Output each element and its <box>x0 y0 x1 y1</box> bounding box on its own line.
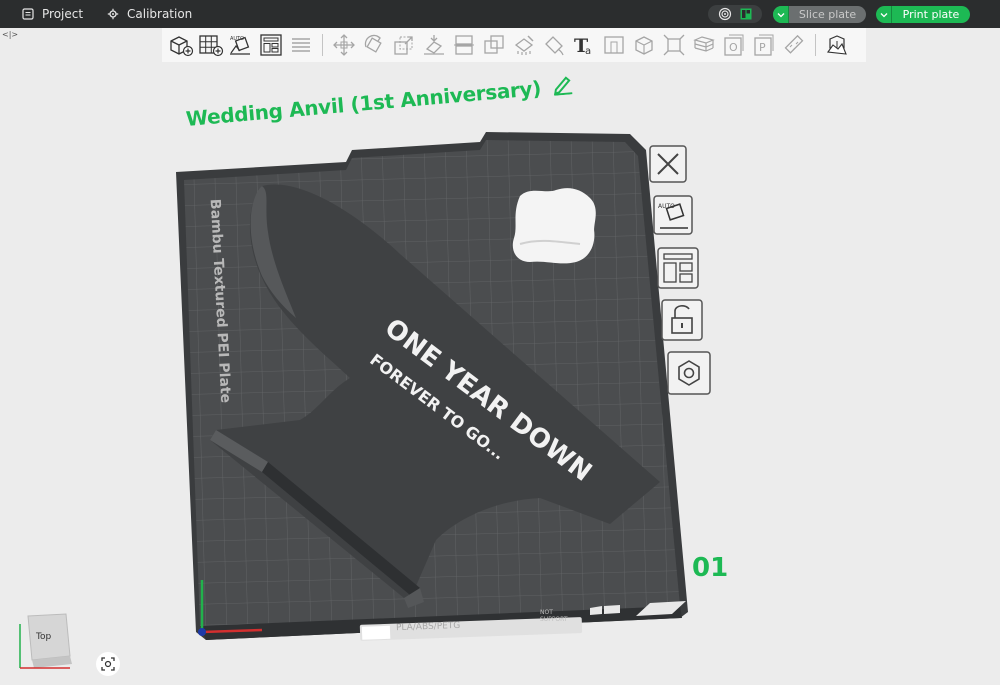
seam-paint-tool[interactable] <box>539 30 569 60</box>
project-tab[interactable]: Project <box>22 0 83 28</box>
lock-plate-icon[interactable] <box>661 299 703 341</box>
rotate-tool[interactable] <box>359 30 389 60</box>
filament-spool-icon[interactable] <box>718 7 732 21</box>
auto-orient-plate-icon[interactable]: AUTO <box>653 195 693 235</box>
text-tool[interactable]: Ta <box>569 30 599 60</box>
fit-view-button[interactable] <box>96 652 120 676</box>
scale-icon <box>394 36 413 55</box>
cut-icon <box>454 35 474 55</box>
boolean-tool[interactable] <box>479 30 509 60</box>
chevron-down-icon <box>777 12 784 17</box>
plate-number: 01 <box>692 553 729 583</box>
view-cube-label: Top <box>36 632 52 642</box>
slice-plate-button[interactable]: Slice plate <box>773 6 866 23</box>
brim-ears-icon <box>784 34 804 54</box>
arrange-tool[interactable] <box>256 30 286 60</box>
brim-ears-tool[interactable] <box>779 30 809 60</box>
project-icon <box>22 8 34 20</box>
project-tab-label: Project <box>42 7 84 21</box>
scale-tool[interactable] <box>389 30 419 60</box>
cut-tool[interactable] <box>449 30 479 60</box>
emboss-tool[interactable] <box>599 30 629 60</box>
split-parts-tool[interactable]: O <box>719 30 749 60</box>
unsupported-label-1: NOT <box>540 609 553 616</box>
plate-view-icon[interactable] <box>739 7 753 21</box>
calibration-icon <box>107 8 119 20</box>
arrange-plate-icon[interactable] <box>657 247 699 289</box>
svg-text:a: a <box>585 46 591 57</box>
toolbar-separator <box>815 34 816 56</box>
add-object-icon <box>170 36 194 57</box>
view-cube[interactable]: Top <box>14 612 74 674</box>
lay-on-face-icon <box>424 35 444 55</box>
slice-dropdown-arrow[interactable] <box>773 6 789 23</box>
sidebar-collapse-icon[interactable]: <|> <box>2 30 18 39</box>
print-plate-label: Print plate <box>902 8 960 21</box>
print-plate-button[interactable]: Print plate <box>876 6 970 23</box>
split-objects-icon <box>693 36 715 52</box>
move-icon <box>333 34 355 56</box>
toolbar-separator <box>322 34 323 56</box>
chevron-down-icon <box>880 12 887 17</box>
edit-pencil-icon[interactable] <box>550 72 574 96</box>
emboss-icon <box>604 36 624 54</box>
close-plate-icon[interactable] <box>649 145 687 183</box>
calibration-tab[interactable]: Calibration <box>107 0 192 28</box>
layers-tool[interactable] <box>286 30 316 60</box>
white-object[interactable] <box>512 188 596 264</box>
add-plate-icon <box>199 35 224 57</box>
view-cube-icon <box>19 613 72 669</box>
assembly-icon <box>635 36 653 55</box>
variable-layer-tool[interactable]: P <box>749 30 779 60</box>
fit-view-icon <box>101 657 115 671</box>
lay-on-face-tool[interactable] <box>419 30 449 60</box>
layers-icon <box>292 38 310 52</box>
split-objects-tool[interactable] <box>689 30 719 60</box>
support-paint-tool[interactable] <box>509 30 539 60</box>
split-parts-icon: O <box>724 34 744 56</box>
plate-settings-icon[interactable] <box>667 351 711 395</box>
move-tool[interactable] <box>329 30 359 60</box>
main-toolbar: AUTO Ta O P <box>162 28 866 62</box>
svg-text:O: O <box>729 41 738 54</box>
calibration-tab-label: Calibration <box>127 7 193 21</box>
auto-orient-tool[interactable]: AUTO <box>226 30 256 60</box>
measure-tool[interactable] <box>659 30 689 60</box>
slice-plate-label: Slice plate <box>798 8 857 21</box>
assembly-tool[interactable] <box>629 30 659 60</box>
boolean-icon <box>484 35 504 54</box>
view-mode-group <box>708 5 762 23</box>
text-icon: Ta <box>574 35 591 57</box>
support-paint-icon <box>514 35 534 55</box>
help-tool[interactable] <box>822 30 852 60</box>
add-plate-tool[interactable] <box>196 30 226 60</box>
variable-layer-icon: P <box>754 34 774 56</box>
rotate-icon <box>364 34 382 53</box>
seam-paint-icon <box>545 36 564 56</box>
arrange-icon <box>260 34 282 56</box>
add-object-tool[interactable] <box>166 30 196 60</box>
top-bar: Project Calibration Slice plate Print pl… <box>0 0 1000 28</box>
unsupported-label-2: SUPPORT <box>540 616 568 623</box>
print-dropdown-arrow[interactable] <box>876 6 892 23</box>
measure-icon <box>663 34 685 56</box>
plate-scene: AUTO <box>176 132 711 641</box>
help-icon <box>827 35 847 55</box>
3d-viewport[interactable]: AUTO Wedding Anvil (1st Anniversary) 01 <box>0 62 1000 685</box>
svg-text:P: P <box>759 41 766 54</box>
auto-orient-icon: AUTO <box>230 36 250 55</box>
